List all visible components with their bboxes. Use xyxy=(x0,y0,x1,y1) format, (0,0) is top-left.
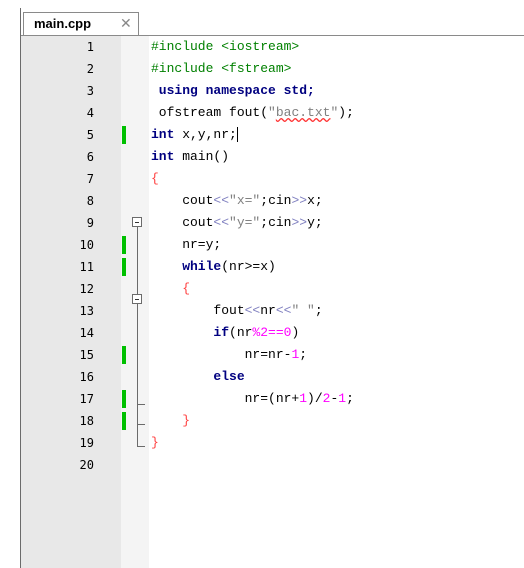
code-text[interactable]: #include <fstream> xyxy=(151,58,291,80)
change-marker xyxy=(122,236,126,254)
code-text[interactable]: using namespace std; xyxy=(151,80,315,102)
code-line: 4 ofstream fout("bac.txt"); xyxy=(21,102,524,124)
change-marker xyxy=(122,390,126,408)
text-cursor xyxy=(236,127,238,143)
line-number: 17 xyxy=(79,392,94,406)
code-line: 13 fout<<nr<<" "; xyxy=(21,300,524,322)
line-number: 11 xyxy=(79,260,94,274)
line-number: 13 xyxy=(79,304,94,318)
line-number: 3 xyxy=(86,84,94,98)
code-text[interactable]: while(nr>=x) xyxy=(151,256,276,278)
code-text[interactable]: nr=nr-1; xyxy=(151,344,307,366)
code-line: 6 int main() xyxy=(21,146,524,168)
code-line: 17 nr=(nr+1)/2-1; xyxy=(21,388,524,410)
code-line: 16 else xyxy=(21,366,524,388)
line-number: 1 xyxy=(86,40,94,54)
line-number: 14 xyxy=(79,326,94,340)
line-number: 10 xyxy=(79,238,94,252)
code-text[interactable]: cout<<"x=";cin>>x; xyxy=(151,190,322,212)
code-line: 18 } xyxy=(21,410,524,432)
line-number: 20 xyxy=(79,458,94,472)
line-number: 6 xyxy=(86,150,94,164)
line-number: 12 xyxy=(79,282,94,296)
line-number: 9 xyxy=(86,216,94,230)
code-line: 2 #include <fstream> xyxy=(21,58,524,80)
code-line: 8 cout<<"x=";cin>>x; xyxy=(21,190,524,212)
code-text[interactable]: nr=y; xyxy=(151,234,221,256)
editor-window: main.cpp ✕ 1 #include <iostream> 2 #incl… xyxy=(20,8,524,568)
code-line: 7 { xyxy=(21,168,524,190)
code-text[interactable]: if(nr%2==0) xyxy=(151,322,299,344)
code-text[interactable]: cout<<"y=";cin>>y; xyxy=(151,212,322,234)
change-marker xyxy=(122,126,126,144)
code-text[interactable]: nr=(nr+1)/2-1; xyxy=(151,388,354,410)
code-text[interactable]: { xyxy=(151,278,190,300)
close-icon[interactable]: ✕ xyxy=(120,15,132,32)
line-number: 15 xyxy=(79,348,94,362)
code-line: 1 #include <iostream> xyxy=(21,36,524,58)
change-marker xyxy=(122,258,126,276)
code-text[interactable]: ofstream fout("bac.txt"); xyxy=(151,102,354,124)
code-line: 9 cout<<"y=";cin>>y; xyxy=(21,212,524,234)
line-number: 7 xyxy=(86,172,94,186)
line-number: 19 xyxy=(79,436,94,450)
code-line: 20 xyxy=(21,454,524,476)
tab-label: main.cpp xyxy=(34,16,92,31)
line-number: 2 xyxy=(86,62,94,76)
code-line: 12 { xyxy=(21,278,524,300)
code-line: 10 nr=y; xyxy=(21,234,524,256)
code-editor[interactable]: 1 #include <iostream> 2 #include <fstrea… xyxy=(21,36,524,568)
code-text[interactable]: #include <iostream> xyxy=(151,36,299,58)
code-line: 19 } xyxy=(21,432,524,454)
code-line: 11 while(nr>=x) xyxy=(21,256,524,278)
code-text[interactable]: } xyxy=(151,410,190,432)
line-number: 5 xyxy=(86,128,94,142)
code-text[interactable]: } xyxy=(151,432,159,454)
code-text[interactable]: fout<<nr<<" "; xyxy=(151,300,322,322)
line-number: 16 xyxy=(79,370,94,384)
code-text[interactable]: else xyxy=(151,366,244,388)
tab-bar: main.cpp ✕ xyxy=(21,8,524,36)
code-line: 15 nr=nr-1; xyxy=(21,344,524,366)
change-marker xyxy=(122,346,126,364)
line-number: 4 xyxy=(86,106,94,120)
code-text[interactable]: { xyxy=(151,168,159,190)
code-text[interactable]: int main() xyxy=(151,146,229,168)
line-number: 18 xyxy=(79,414,94,428)
tab-main-cpp[interactable]: main.cpp ✕ xyxy=(23,12,139,35)
code-line: 3 using namespace std; xyxy=(21,80,524,102)
code-line: 5 int x,y,nr; xyxy=(21,124,524,146)
line-number: 8 xyxy=(86,194,94,208)
change-marker xyxy=(122,412,126,430)
code-line: 14 if(nr%2==0) xyxy=(21,322,524,344)
code-text[interactable]: int x,y,nr; xyxy=(151,124,238,146)
